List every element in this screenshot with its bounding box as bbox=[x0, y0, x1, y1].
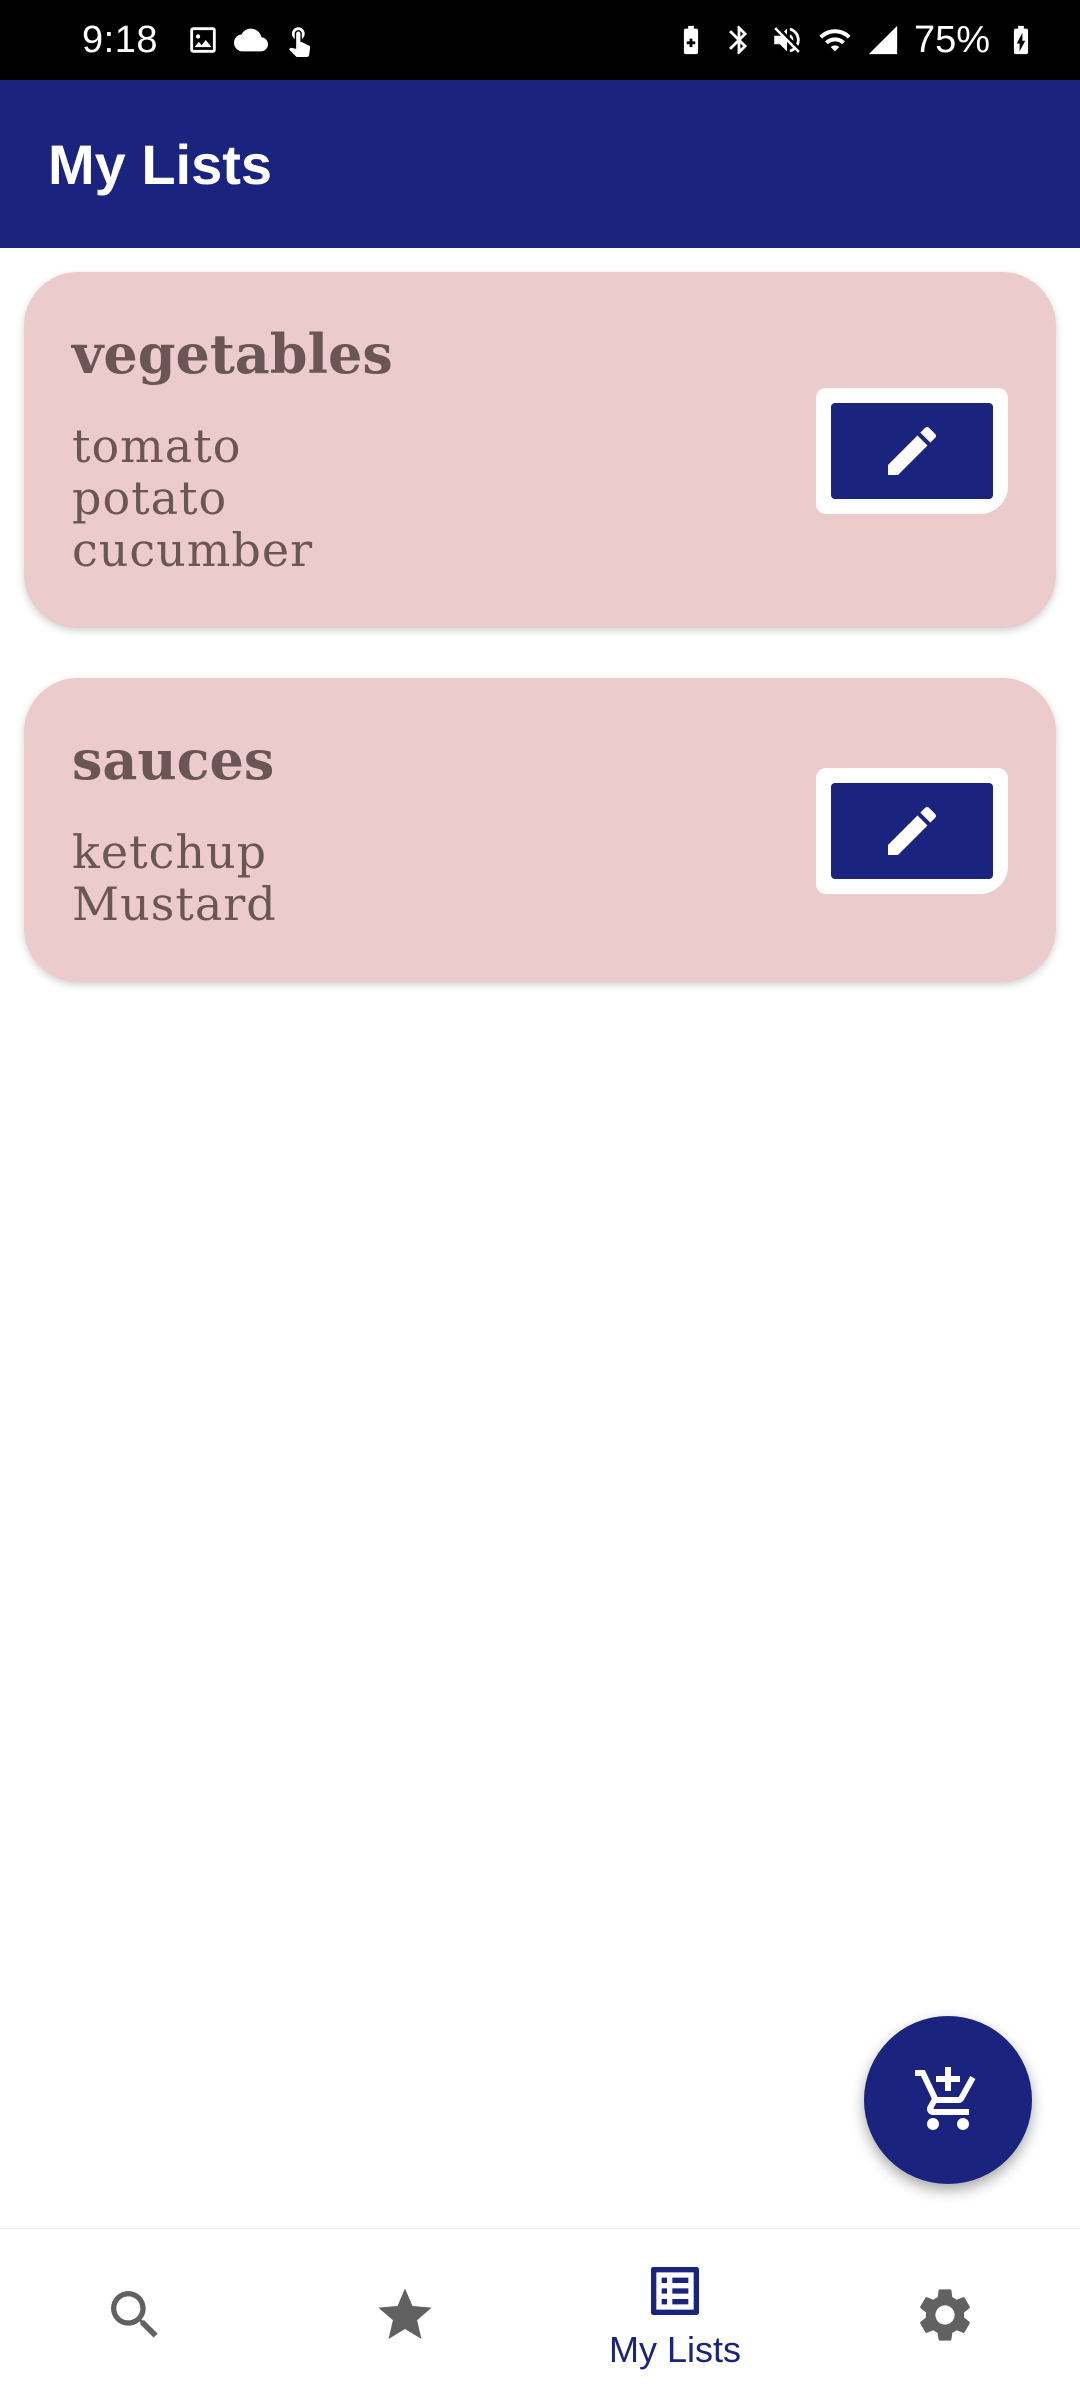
cloud-icon bbox=[233, 23, 268, 57]
add-to-cart-icon bbox=[915, 2067, 976, 2130]
gear-icon bbox=[920, 2288, 970, 2341]
battery-saver-icon bbox=[674, 23, 708, 57]
mute-icon bbox=[770, 23, 804, 57]
list-icon bbox=[651, 2266, 699, 2315]
status-time: 9:18 bbox=[82, 18, 158, 61]
nav-item-search[interactable] bbox=[0, 2229, 270, 2400]
edit-list-button[interactable] bbox=[816, 768, 1008, 894]
list-title: sauces bbox=[72, 728, 275, 792]
pencil-icon bbox=[888, 426, 937, 475]
nav-item-my-lists[interactable]: My Lists bbox=[540, 2229, 810, 2400]
bluetooth-icon bbox=[722, 23, 756, 57]
status-bar: 9:18 75% bbox=[0, 0, 1080, 80]
nav-item-settings[interactable] bbox=[810, 2229, 1080, 2400]
list-card-sauces[interactable]: sauces ketchup Mustard bbox=[24, 678, 1056, 982]
pencil-icon bbox=[888, 806, 937, 855]
search-icon bbox=[111, 2290, 158, 2338]
list-items: tomato potato cucumber bbox=[72, 420, 313, 576]
add-list-fab[interactable] bbox=[864, 2016, 1032, 2184]
bottom-navigation: My Lists bbox=[0, 2228, 1080, 2400]
status-right: 75% bbox=[674, 19, 1038, 62]
list-item: cucumber bbox=[72, 523, 314, 577]
app-bar: My Lists bbox=[0, 80, 1080, 248]
page-title: My Lists bbox=[48, 132, 273, 196]
nav-item-favorites[interactable] bbox=[270, 2229, 540, 2400]
edit-button-face bbox=[831, 403, 993, 499]
edit-list-button[interactable] bbox=[816, 388, 1008, 514]
list-item: ketchup bbox=[72, 825, 268, 879]
gallery-icon bbox=[186, 23, 220, 57]
battery-percent: 75% bbox=[913, 18, 990, 61]
list-item: tomato bbox=[72, 419, 242, 473]
screen: 9:18 75% My Lists vegetables tomato pota… bbox=[0, 0, 1080, 2400]
nav-label-my-lists: My Lists bbox=[608, 2328, 741, 2370]
list-item: potato bbox=[72, 471, 228, 525]
list-title: vegetables bbox=[72, 322, 393, 386]
list-item: Mustard bbox=[72, 877, 277, 931]
battery-icon bbox=[1004, 23, 1038, 57]
status-left: 9:18 bbox=[82, 19, 316, 62]
wifi-icon bbox=[818, 23, 852, 57]
edit-button-face bbox=[831, 783, 993, 879]
star-icon bbox=[378, 2287, 432, 2339]
signal-icon bbox=[866, 23, 900, 57]
list-items: ketchup Mustard bbox=[72, 826, 277, 930]
list-card-vegetables[interactable]: vegetables tomato potato cucumber bbox=[24, 272, 1056, 628]
gesture-icon bbox=[282, 23, 316, 57]
